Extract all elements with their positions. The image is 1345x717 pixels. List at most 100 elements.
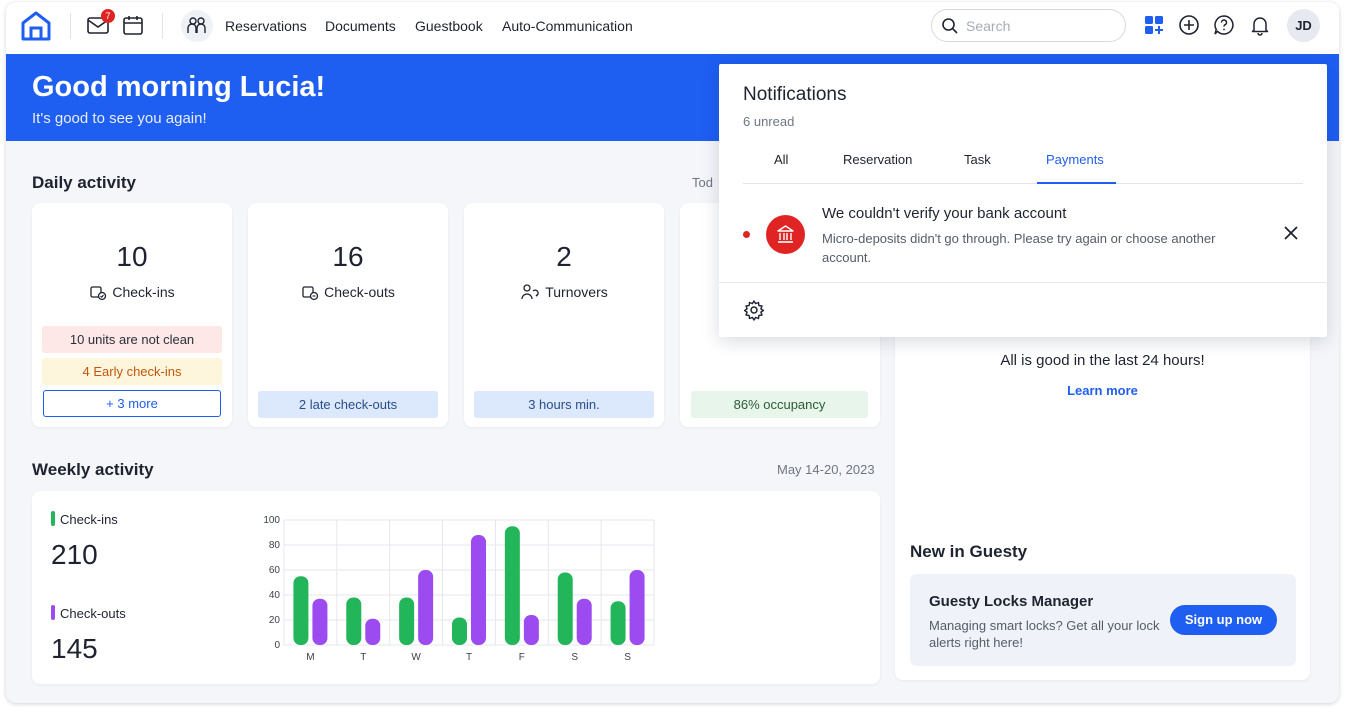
- search-icon: [942, 18, 958, 34]
- search-input[interactable]: [966, 16, 1116, 36]
- not-clean-pill[interactable]: 10 units are not clean: [42, 326, 222, 353]
- bar-checkouts: [576, 598, 592, 645]
- y-tick-label: 60: [269, 565, 281, 576]
- notification-body: Micro-deposits didn't go through. Please…: [822, 231, 1216, 265]
- turnover-icon: [521, 284, 539, 300]
- nav-link-guestbook[interactable]: Guestbook: [415, 18, 483, 34]
- calendar-icon[interactable]: [122, 14, 144, 36]
- nav-divider: [70, 13, 71, 39]
- x-tick-label: S: [571, 652, 578, 663]
- bar-checkins: [293, 576, 309, 645]
- app-window: 7 Reservations Documents Guestbook Auto-…: [6, 2, 1339, 703]
- checkins-count: 10: [116, 241, 148, 272]
- checkouts-legend-swatch: [51, 605, 55, 620]
- mail-badge: 7: [101, 9, 115, 23]
- y-tick-label: 0: [274, 640, 280, 651]
- x-tick-label: S: [624, 652, 631, 663]
- greeting-title: Good morning Lucia!: [32, 71, 326, 103]
- bar-checkouts: [312, 598, 328, 645]
- promo-card: Guesty Locks Manager Managing smart lock…: [910, 574, 1296, 666]
- checkouts-count: 16: [332, 241, 364, 272]
- notifications-title: Notifications: [743, 84, 847, 105]
- checkins-card[interactable]: 10 Check-ins 10 units are not clean 4 Ea…: [32, 203, 232, 427]
- promo-text: Managing smart locks? Get all your lock …: [929, 618, 1160, 650]
- bar-checkouts: [365, 618, 381, 645]
- y-tick-label: 80: [269, 540, 281, 551]
- checkouts-legend-label: Check-outs: [60, 606, 126, 621]
- hours-min-pill[interactable]: 3 hours min.: [474, 391, 654, 418]
- weekly-date-range: May 14-20, 2023: [777, 462, 875, 477]
- tab-payments[interactable]: Payments: [1046, 152, 1104, 167]
- bar-checkins: [346, 597, 362, 645]
- nav-link-reservations[interactable]: Reservations: [225, 18, 307, 34]
- turnovers-label: Turnovers: [464, 283, 664, 301]
- checkins-label-text: Check-ins: [112, 284, 175, 300]
- people-button[interactable]: [181, 10, 213, 42]
- bar-checkins: [610, 601, 626, 645]
- unread-dot: [743, 231, 750, 238]
- bar-checkouts: [523, 615, 539, 645]
- people-icon: [187, 17, 206, 33]
- turnovers-card[interactable]: 2 Turnovers 3 hours min.: [464, 203, 664, 427]
- sign-up-button[interactable]: Sign up now: [1170, 605, 1277, 635]
- y-tick-label: 40: [269, 590, 281, 601]
- top-nav: 7 Reservations Documents Guestbook Auto-…: [6, 2, 1339, 54]
- turnovers-count: 2: [556, 241, 572, 272]
- gear-icon[interactable]: [743, 299, 765, 321]
- checkins-label: Check-ins: [32, 283, 232, 301]
- weekly-activity-title: Weekly activity: [32, 460, 154, 479]
- checkout-icon: [302, 286, 319, 301]
- early-checkins-pill[interactable]: 4 Early check-ins: [42, 358, 222, 385]
- checkins-legend-swatch: [51, 511, 55, 526]
- tab-task[interactable]: Task: [964, 152, 991, 167]
- bar-checkins: [504, 526, 520, 645]
- greeting-subtitle: It's good to see you again!: [32, 110, 207, 127]
- nav-link-auto-communication[interactable]: Auto-Communication: [502, 18, 633, 34]
- occupancy-pill[interactable]: 86% occupancy: [691, 391, 868, 418]
- x-tick-label: T: [360, 652, 366, 663]
- active-tab-indicator: [1037, 182, 1116, 184]
- checkin-icon: [90, 286, 107, 301]
- late-checkouts-pill[interactable]: 2 late check-outs: [258, 391, 438, 418]
- x-tick-label: F: [519, 652, 525, 663]
- search-box[interactable]: [931, 9, 1126, 42]
- help-chat-icon[interactable]: [1213, 14, 1235, 36]
- plus-circle-icon[interactable]: [1178, 14, 1200, 36]
- y-tick-label: 20: [269, 615, 281, 626]
- x-tick-label: M: [306, 652, 314, 663]
- apps-grid-icon[interactable]: [1143, 14, 1165, 36]
- notification-separator: [719, 282, 1327, 283]
- home-logo-icon[interactable]: [20, 10, 52, 42]
- bar-checkins: [557, 572, 573, 645]
- bar-checkouts: [418, 570, 434, 645]
- checkins-total: 210: [51, 539, 98, 570]
- x-tick-label: T: [466, 652, 472, 663]
- close-icon[interactable]: [1282, 224, 1300, 242]
- bell-icon[interactable]: [1249, 14, 1271, 36]
- all-good-text: All is good in the last 24 hours!: [1000, 352, 1205, 369]
- checkouts-card[interactable]: 16 Check-outs 2 late check-outs: [248, 203, 448, 427]
- nav-link-documents[interactable]: Documents: [325, 18, 396, 34]
- tab-reservation[interactable]: Reservation: [843, 152, 912, 167]
- avatar[interactable]: JD: [1287, 9, 1320, 42]
- notifications-popup: Notifications 6 unread All Reservation T…: [719, 64, 1327, 337]
- notification-heading[interactable]: We couldn't verify your bank account: [822, 205, 1066, 222]
- bank-icon: [766, 215, 805, 254]
- promo-title: Guesty Locks Manager: [929, 593, 1094, 610]
- bar-checkouts: [471, 535, 486, 645]
- tab-all[interactable]: All: [774, 152, 788, 167]
- learn-more-link[interactable]: Learn more: [895, 383, 1310, 398]
- daily-activity-title: Daily activity: [32, 173, 136, 192]
- bar-checkins: [399, 597, 415, 645]
- checkouts-label-text: Check-outs: [324, 284, 395, 300]
- new-in-guesty-title: New in Guesty: [910, 542, 1028, 561]
- checkouts-label: Check-outs: [248, 283, 448, 301]
- turnovers-label-text: Turnovers: [545, 284, 608, 300]
- more-button[interactable]: + 3 more: [43, 390, 221, 417]
- tabs-divider: [743, 183, 1303, 184]
- checkins-legend-label: Check-ins: [60, 512, 118, 527]
- x-tick-label: W: [411, 652, 421, 663]
- bar-checkouts: [629, 570, 645, 645]
- checkouts-total: 145: [51, 633, 98, 664]
- weekly-bar-chart: 0 20 40 60 80 100 M T W T F S S: [263, 515, 655, 663]
